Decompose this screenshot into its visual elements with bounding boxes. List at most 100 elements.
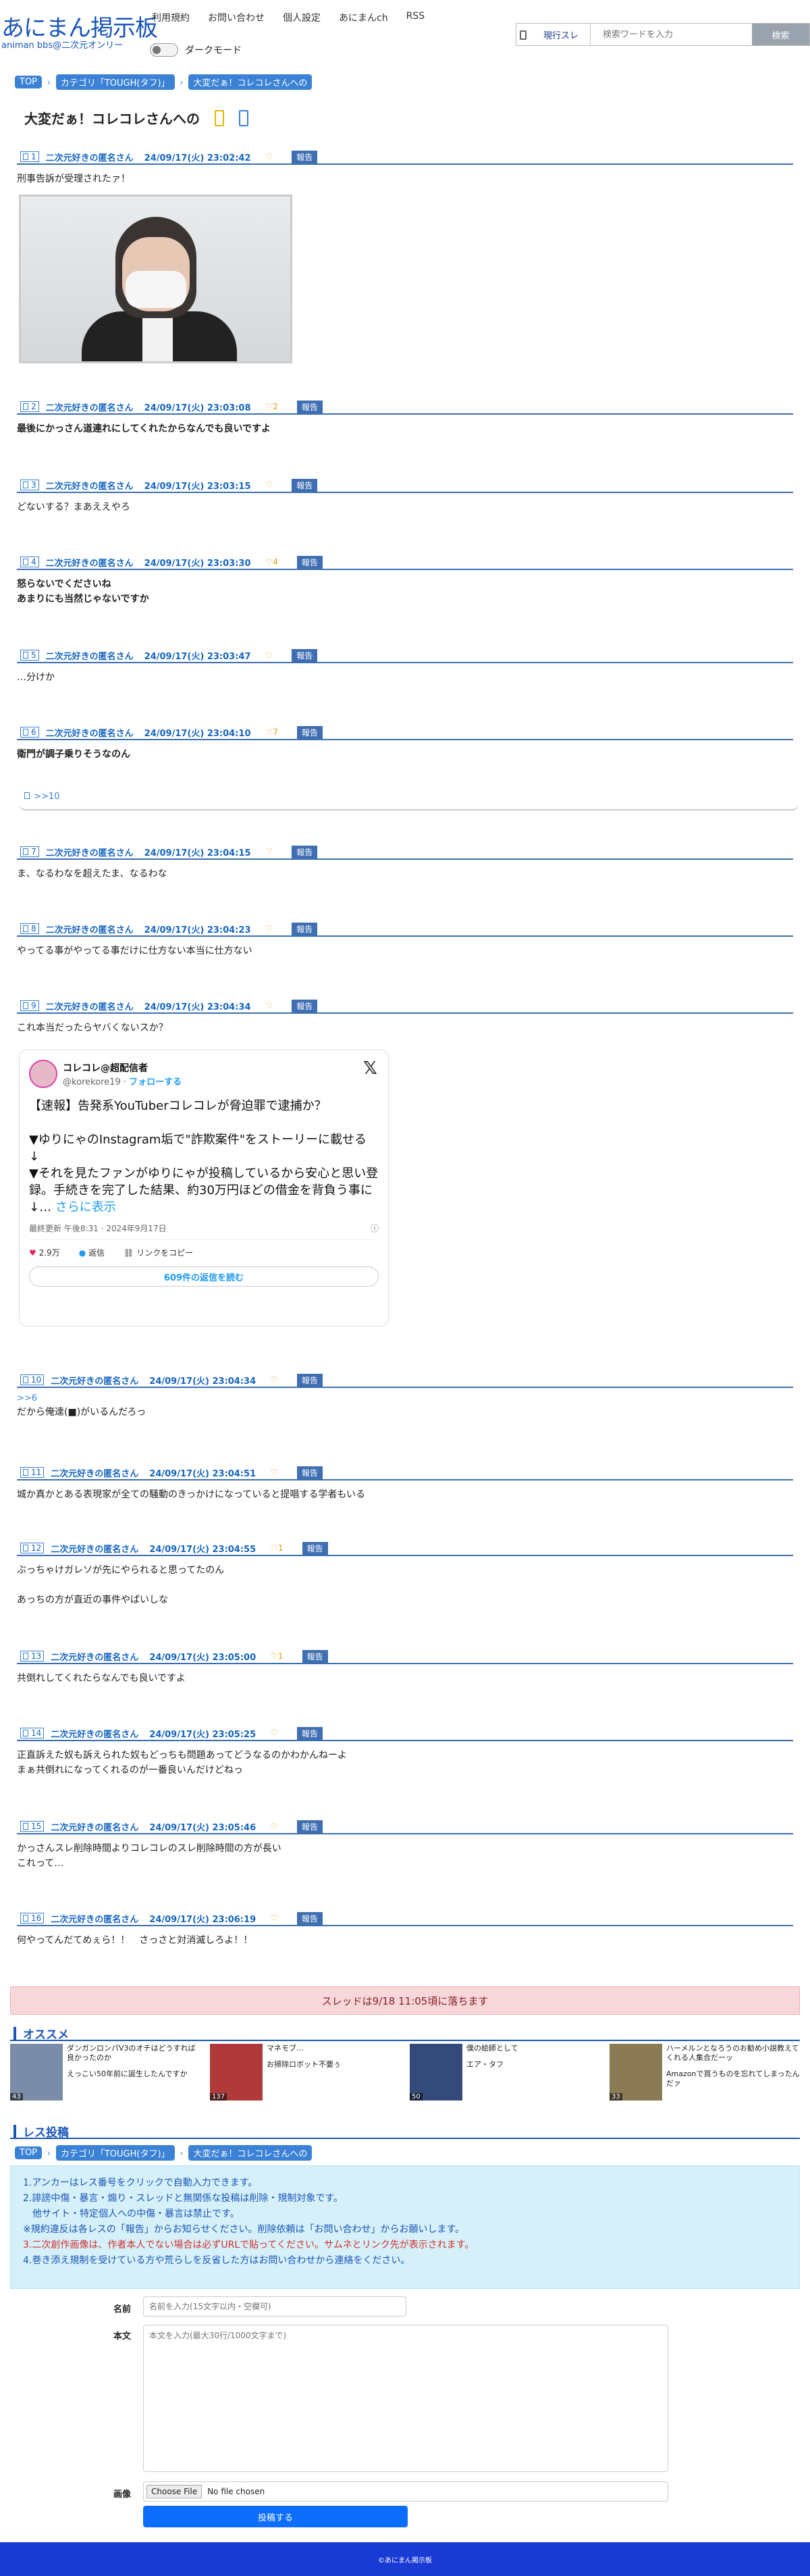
post-number[interactable]: 4 xyxy=(20,557,39,567)
tweet-read-replies[interactable]: 609件の返信を読む xyxy=(29,1266,379,1287)
like-button[interactable]: ♡ xyxy=(271,1913,278,1923)
tweet-more[interactable]: さらに表示 xyxy=(55,1200,116,1214)
post-number[interactable]: 12 xyxy=(20,1543,45,1553)
recommend-text[interactable]: マネモブ… お掃除ロボット不要ぅ xyxy=(267,2044,341,2101)
post-number[interactable]: 11 xyxy=(20,1467,45,1478)
reply-link-box[interactable]: >>10 xyxy=(19,788,799,810)
breadcrumb-category[interactable]: カテゴリ「TOUGH(タフ)」 xyxy=(55,74,175,90)
post-number[interactable]: 7 xyxy=(20,846,39,857)
recommend-item[interactable]: 137 マネモブ… お掃除ロボット不要ぅ xyxy=(210,2044,400,2101)
post-number[interactable]: 5 xyxy=(20,650,39,661)
recommend-thumb[interactable]: 50 xyxy=(410,2044,462,2101)
post-number[interactable]: 3 xyxy=(20,480,39,490)
report-button[interactable]: 報告 xyxy=(296,1466,323,1479)
x-logo-icon[interactable]: 𝕏 xyxy=(363,1058,377,1079)
recommend-text[interactable]: ダンガンロンパV3のオチはどうすれば良かったのか えっこい50年前に誕生したんです… xyxy=(67,2044,200,2101)
report-button[interactable]: 報告 xyxy=(292,845,318,858)
nav-contact[interactable]: お問い合わせ xyxy=(208,11,265,24)
breadcrumb-category[interactable]: カテゴリ「TOUGH(タフ)」 xyxy=(55,2145,175,2161)
submit-button[interactable]: 投稿する xyxy=(143,2506,408,2527)
breadcrumb-top[interactable]: TOP xyxy=(15,2146,43,2159)
search-scope-select[interactable]: 現行スレ xyxy=(530,24,591,45)
nav-settings[interactable]: 個人設定 xyxy=(283,11,321,24)
post-number[interactable]: 15 xyxy=(20,1821,45,1832)
name-input[interactable] xyxy=(143,2296,406,2317)
tweet-avatar[interactable] xyxy=(29,1060,57,1088)
post-image[interactable] xyxy=(19,195,292,363)
post-number[interactable]: 13 xyxy=(20,1651,45,1661)
report-button[interactable]: 報告 xyxy=(296,555,323,569)
toggle-switch[interactable] xyxy=(150,43,178,57)
report-button[interactable]: 報告 xyxy=(292,150,318,163)
like-button[interactable]: ♡ xyxy=(271,1468,278,1477)
tweet-reply[interactable]: ● 返信 xyxy=(79,1247,105,1258)
report-button[interactable]: 報告 xyxy=(292,478,318,492)
embedded-tweet[interactable]: コレコレ@超配信者 @korekore19 · フォローする 𝕏 【速報】告発系… xyxy=(19,1050,389,1326)
tweet-follow[interactable]: フォローする xyxy=(129,1077,182,1087)
report-button[interactable]: 報告 xyxy=(302,1649,328,1663)
recommend-thumb[interactable]: 33 xyxy=(610,2044,662,2101)
nav-rss[interactable]: RSS xyxy=(406,11,425,24)
report-button[interactable]: 報告 xyxy=(292,922,318,935)
image-file-input[interactable]: Choose File No file chosen xyxy=(143,2481,668,2502)
report-button[interactable]: 報告 xyxy=(302,1541,328,1555)
post-number[interactable]: 8 xyxy=(20,923,39,934)
recommend-item[interactable]: 50 僕の絵師として エア・タフ xyxy=(410,2044,600,2101)
nav-terms[interactable]: 利用規約 xyxy=(152,11,190,24)
recommend-thumb[interactable]: 137 xyxy=(210,2044,263,2101)
nav-animanch[interactable]: あにまんch xyxy=(339,11,388,24)
like-button[interactable]: ♡ xyxy=(271,1822,278,1831)
recommend-text[interactable]: 僕の絵師として エア・タフ xyxy=(466,2044,518,2101)
like-button[interactable]: ♡1 xyxy=(271,1543,283,1553)
like-button[interactable]: ♡ xyxy=(266,480,273,490)
breadcrumb-thread[interactable]: 大変だぁ！コレコレさんへの xyxy=(188,74,313,90)
report-button[interactable]: 報告 xyxy=(296,1726,323,1740)
recommend-thumb[interactable]: 43 xyxy=(10,2044,63,2101)
report-button[interactable]: 報告 xyxy=(296,1911,323,1925)
share-icon[interactable] xyxy=(239,109,248,126)
info-icon[interactable]: ⓘ xyxy=(371,1222,379,1234)
post-number[interactable]: 6 xyxy=(20,727,39,738)
report-button[interactable]: 報告 xyxy=(292,648,318,662)
search-button[interactable]: 検索 xyxy=(752,24,809,45)
report-button[interactable]: 報告 xyxy=(292,999,318,1012)
reply-anchor[interactable]: >>10 xyxy=(34,792,59,802)
post-number[interactable]: 14 xyxy=(20,1728,45,1738)
post-number[interactable]: 16 xyxy=(20,1913,45,1924)
dark-mode-toggle[interactable]: ダークモード xyxy=(150,43,242,57)
recommend-item[interactable]: 43 ダンガンロンパV3のオチはどうすれば良かったのか えっこい50年前に誕生した… xyxy=(10,2044,200,2101)
post-number[interactable]: 10 xyxy=(20,1374,45,1385)
like-button[interactable]: ♡ xyxy=(271,1375,278,1385)
tweet-like[interactable]: ♥ 2.9万 xyxy=(29,1247,60,1258)
like-button[interactable]: ♡ xyxy=(266,650,273,660)
tweet-author[interactable]: コレコレ@超配信者 xyxy=(63,1061,182,1075)
like-button[interactable]: ♡ xyxy=(266,1001,273,1010)
recommend-text[interactable]: ハーメルンとなろうのお勧め小説教えてくれる人集合だーッ Amazonで買うものを忘… xyxy=(666,2044,800,2101)
like-button[interactable]: ♡1 xyxy=(271,1651,283,1661)
report-button[interactable]: 報告 xyxy=(296,1373,323,1387)
search-input[interactable] xyxy=(591,24,752,45)
like-button[interactable]: ♡ xyxy=(266,847,273,856)
like-button[interactable]: ♡7 xyxy=(266,727,278,737)
site-logo[interactable]: あにまん掲示板 animan bbs@二次元オンリー xyxy=(1,17,158,51)
bookmark-icon[interactable] xyxy=(215,109,224,126)
recommend-item[interactable]: 33 ハーメルンとなろうのお勧め小説教えてくれる人集合だーッ Amazonで買うも… xyxy=(610,2044,800,2101)
post-number[interactable]: 9 xyxy=(20,1000,39,1011)
tweet-meta[interactable]: 最終更新 午後8:31 · 2024年9月17日 xyxy=(29,1222,167,1234)
breadcrumb-top[interactable]: TOP xyxy=(15,76,43,88)
post-number[interactable]: 1 xyxy=(20,151,39,162)
anchor-link[interactable]: >>6 xyxy=(17,1388,793,1403)
like-button[interactable]: ♡2 xyxy=(266,402,278,411)
report-button[interactable]: 報告 xyxy=(296,400,323,413)
like-button[interactable]: ♡4 xyxy=(266,557,278,567)
report-button[interactable]: 報告 xyxy=(296,1820,323,1833)
like-button[interactable]: ♡ xyxy=(266,152,273,161)
post-number[interactable]: 2 xyxy=(20,401,39,412)
body-textarea[interactable] xyxy=(143,2325,668,2472)
choose-file-button[interactable]: Choose File xyxy=(146,2485,202,2498)
like-button[interactable]: ♡ xyxy=(271,1728,278,1738)
breadcrumb-thread[interactable]: 大変だぁ！コレコレさんへの xyxy=(188,2145,313,2161)
report-button[interactable]: 報告 xyxy=(296,725,323,739)
tweet-copy[interactable]: ⛓ リンクをコピー xyxy=(124,1247,193,1258)
like-button[interactable]: ♡ xyxy=(266,924,273,933)
